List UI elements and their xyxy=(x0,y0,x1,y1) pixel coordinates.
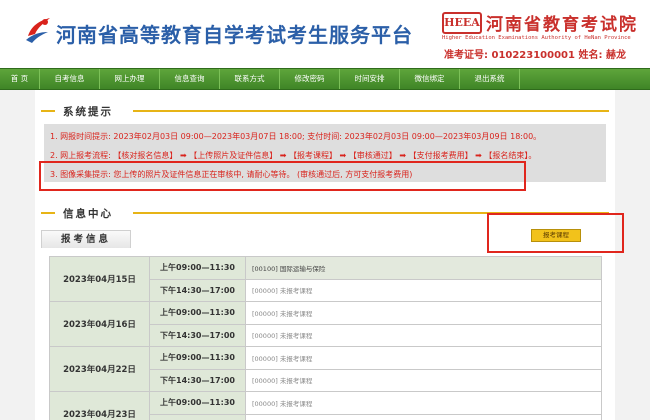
exam-course xyxy=(245,413,602,420)
nav-item-schedule[interactable]: 时间安排 xyxy=(340,69,400,89)
divider xyxy=(41,212,55,214)
exam-course: [00000] 未报考课程 xyxy=(245,323,602,347)
exam-time: 上午09:00—11:30 xyxy=(149,256,246,280)
divider xyxy=(133,212,609,214)
table-row: 2023年04月15日 上午09:00—11:30 [00100] 国际运输与保… xyxy=(49,256,602,302)
exam-date: 2023年04月15日 xyxy=(49,256,150,302)
table-row: 2023年04月23日 上午09:00—11:30 [00000] 未报考课程 xyxy=(49,391,602,420)
table-row: 2023年04月16日 上午09:00—11:30 [00000] 未报考课程 xyxy=(49,301,602,347)
exam-course: [00100] 国际运输与保险 xyxy=(245,256,602,280)
nav-item-wechat-bind[interactable]: 微信绑定 xyxy=(400,69,460,89)
nav-item-info-query[interactable]: 信息查询 xyxy=(160,69,220,89)
exam-time: 上午09:00—11:30 xyxy=(149,391,246,415)
system-notice-title: 系统提示 xyxy=(63,106,113,118)
tab-enrollment-info[interactable]: 报考信息 xyxy=(41,230,131,248)
tab-enrollment-info-label: 报考信息 xyxy=(60,234,111,245)
nav-item-online-service[interactable]: 网上办理 xyxy=(100,69,160,89)
site-title: 河南省高等教育自学考试考生服务平台 xyxy=(56,23,413,47)
enroll-course-button[interactable]: 报考课程 xyxy=(531,229,581,242)
exam-schedule-table: 2023年04月15日 上午09:00—11:30 [00100] 国际运输与保… xyxy=(49,256,602,420)
exam-time xyxy=(149,413,246,420)
divider xyxy=(41,110,55,112)
exam-course: [00000] 未报考课程 xyxy=(245,301,602,325)
notice-line-time: 1. 网报时间提示: 2023年02月03日 09:00—2023年03月07日… xyxy=(50,132,542,141)
notice-line-photo-review: 3. 图像采集提示: 您上传的照片及证件信息正在审核中, 请耐心等待。 (审核通… xyxy=(50,170,413,179)
exam-course: [00000] 未报考课程 xyxy=(245,346,602,370)
exam-time: 下午14:30—17:00 xyxy=(149,368,246,392)
divider xyxy=(133,110,609,112)
site-header: 河南省高等教育自学考试考生服务平台 HEEA 河南省教育考试院 Higher E… xyxy=(0,0,650,68)
info-center-header: 信息中心 xyxy=(41,206,609,220)
exam-time: 上午09:00—11:30 xyxy=(149,301,246,325)
info-center-title: 信息中心 xyxy=(63,208,113,220)
platform-logo-icon xyxy=(26,18,50,43)
nav-item-logout[interactable]: 退出系统 xyxy=(460,69,520,89)
heea-badge-icon: HEEA xyxy=(442,12,482,34)
exam-date: 2023年04月23日 xyxy=(49,391,150,420)
user-info: 准考证号: 010223100001 姓名: 赫龙 xyxy=(444,50,626,61)
system-notice-panel: 1. 网报时间提示: 2023年02月03日 09:00—2023年03月07日… xyxy=(44,124,606,182)
exam-course: [00000] 未报考课程 xyxy=(245,278,602,302)
exam-time: 上午09:00—11:30 xyxy=(149,346,246,370)
nav-item-contact[interactable]: 联系方式 xyxy=(220,69,280,89)
exam-time: 下午14:30—17:00 xyxy=(149,323,246,347)
nav-item-home[interactable]: 首 页 xyxy=(0,69,40,89)
nav-item-change-password[interactable]: 修改密码 xyxy=(280,69,340,89)
exam-authority-name: 河南省教育考试院 xyxy=(486,15,638,35)
exam-authority-english-name: Higher Education Examinations Authority … xyxy=(442,35,631,41)
system-notice-header: 系统提示 xyxy=(41,104,609,118)
nav-item-exam-info[interactable]: 自考信息 xyxy=(40,69,100,89)
main-nav: 首 页 自考信息 网上办理 信息查询 联系方式 修改密码 时间安排 微信绑定 退… xyxy=(0,68,650,90)
exam-date: 2023年04月16日 xyxy=(49,301,150,347)
table-row: 2023年04月22日 上午09:00—11:30 [00000] 未报考课程 xyxy=(49,346,602,392)
notice-line-process: 2. 网上报考流程: 【核对报名信息】 ➡ 【上传照片及证件信息】 ➡ 【报考课… xyxy=(50,151,537,160)
exam-time: 下午14:30—17:00 xyxy=(149,278,246,302)
exam-authority-logo: HEEA 河南省教育考试院 Higher Education Examinati… xyxy=(442,10,642,44)
main-content: 系统提示 1. 网报时间提示: 2023年02月03日 09:00—2023年0… xyxy=(35,90,615,420)
exam-course: [00000] 未报考课程 xyxy=(245,368,602,392)
exam-course: [00000] 未报考课程 xyxy=(245,391,602,415)
exam-date: 2023年04月22日 xyxy=(49,346,150,392)
